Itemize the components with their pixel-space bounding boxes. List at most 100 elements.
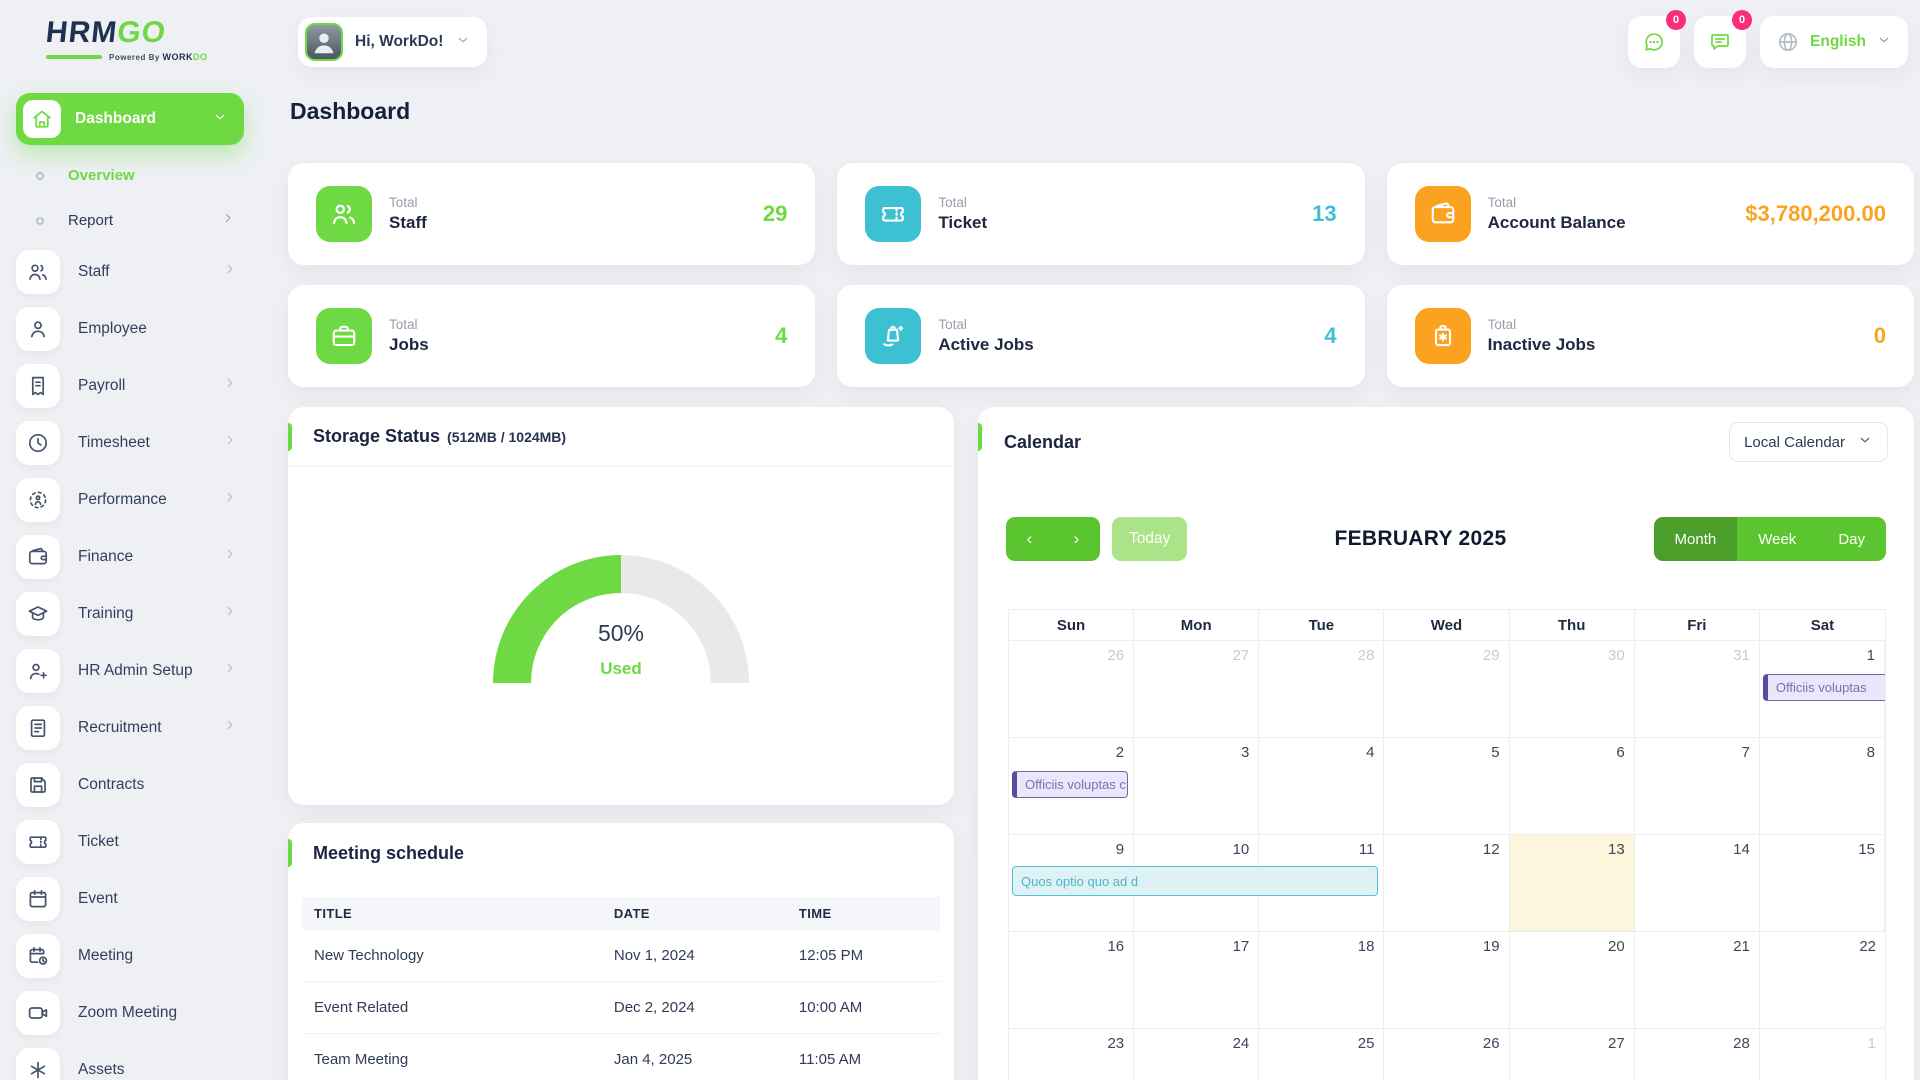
sidebar-item-performance[interactable]: Performance [16,471,260,528]
sidebar-item-event[interactable]: Event [16,870,260,927]
calendar-day-cell[interactable]: 26 [1009,641,1134,738]
messages-button[interactable]: 0 [1694,16,1746,68]
calendar-day-cell[interactable]: 12 [1384,835,1509,932]
calendar-event[interactable]: Quos optio quo ad d [1012,866,1378,896]
calendar-day-cell[interactable]: 21 [1635,932,1760,1029]
calendar-day-cell[interactable]: 5 [1384,738,1509,835]
calendar-day-cell[interactable]: 14 [1635,835,1760,932]
sidebar-item-label: Event [78,890,118,908]
calendar-day-cell[interactable]: 18 [1259,932,1384,1029]
sidebar-item-label: Zoom Meeting [78,1004,177,1022]
sidebar-item-assets[interactable]: Assets [16,1041,260,1080]
sidebar-item-meeting[interactable]: Meeting [16,927,260,984]
calendar-today-button[interactable]: Today [1112,517,1187,561]
calendar-day-cell[interactable]: 27 [1510,1029,1635,1080]
calendar-title: Calendar [1004,432,1081,453]
chevron-right-icon [222,432,238,453]
card-accent-bar [978,423,982,451]
sidebar-item-label: Recruitment [78,719,162,737]
logo-text: HRMGO [44,16,168,50]
clock-icon [16,421,60,465]
chat-bubble-icon [1642,30,1666,54]
sidebar-item-dashboard[interactable]: Dashboard [16,93,244,145]
sidebar-subitem-report[interactable]: Report [16,198,260,243]
stat-text: TotalJobs [389,317,429,355]
meeting-table: TITLEDATETIME New TechnologyNov 1, 20241… [302,897,940,1080]
meeting-time: 12:05 PM [787,930,940,982]
chevron-right-icon [222,489,238,510]
stat-text: TotalStaff [389,195,427,233]
chevron-right-icon [222,375,238,396]
meeting-time: 11:05 AM [787,1034,940,1080]
calendar-view-week-button[interactable]: Week [1737,517,1817,561]
sidebar-item-ticket[interactable]: Ticket [16,813,260,870]
calendar-day-cell[interactable]: 26 [1384,1029,1509,1080]
calendar-source-select[interactable]: Local Calendar [1729,422,1888,462]
meeting-col-header: TIME [787,897,940,930]
sidebar-subitem-overview[interactable]: Overview [16,153,260,198]
calendar-day-cell[interactable]: 17 [1134,932,1259,1029]
dashboard-subnav: OverviewReport [16,153,260,243]
calendar-day-cell[interactable]: 29 [1384,641,1509,738]
calendar-nav-group: ‹ › [1006,517,1100,561]
calendar-card: Calendar Local Calendar ‹ › Today FEBRUA… [978,407,1914,1080]
calendar-day-cell[interactable]: 24 [1134,1029,1259,1080]
user-menu[interactable]: Hi, WorkDo! [298,17,487,67]
sidebar-item-label: Staff [78,263,110,281]
storage-used-label: Used [493,659,749,679]
calendar-day-cell[interactable]: 7 [1635,738,1760,835]
sidebar-item-training[interactable]: Training [16,585,260,642]
sidebar-item-payroll[interactable]: Payroll [16,357,260,414]
calendar-prev-button[interactable]: ‹ [1006,517,1053,561]
stat-label: Staff [389,213,427,233]
sidebar-item-timesheet[interactable]: Timesheet [16,414,260,471]
calendar-view-day-button[interactable]: Day [1817,517,1886,561]
chevron-right-icon [222,546,238,567]
stat-card-account-balance: TotalAccount Balance$3,780,200.00 [1387,163,1914,265]
calendar-day-cell[interactable]: 8 [1760,738,1885,835]
app-logo[interactable]: HRMGO Powered By WORKDO [16,16,260,62]
calendar-day-cell[interactable]: 27 [1134,641,1259,738]
stat-top-label: Total [938,317,1033,332]
sidebar-item-contracts[interactable]: Contracts [16,756,260,813]
language-selector[interactable]: English [1760,16,1908,68]
chat-button[interactable]: 0 [1628,16,1680,68]
calendar-day-cell[interactable]: 6 [1510,738,1635,835]
wallet-icon [1415,186,1471,242]
calendar-day-cell[interactable]: 28 [1259,641,1384,738]
chevron-down-icon [212,109,228,130]
stat-card-ticket: TotalTicket13 [837,163,1364,265]
stat-label: Jobs [389,335,429,355]
sidebar-item-staff[interactable]: Staff [16,243,260,300]
calendar-day-cell[interactable]: 15 [1760,835,1885,932]
calendar-day-cell[interactable]: 16 [1009,932,1134,1029]
calendar-day-cell[interactable]: 13 [1510,835,1635,932]
calendar-month-title: FEBRUARY 2025 [1187,527,1653,551]
meeting-title: New Technology [302,930,602,982]
calendar-day-cell[interactable]: 22 [1760,932,1885,1029]
chevron-right-icon [222,660,238,681]
user-plus-icon [16,649,60,693]
sidebar-item-recruitment[interactable]: Recruitment [16,699,260,756]
calendar-day-cell[interactable]: 25 [1259,1029,1384,1080]
calendar-day-cell[interactable]: 20 [1510,932,1635,1029]
sidebar-item-zoom-meeting[interactable]: Zoom Meeting [16,984,260,1041]
save-icon [16,763,60,807]
sidebar-item-finance[interactable]: Finance [16,528,260,585]
calendar-day-cell[interactable]: 23 [1009,1029,1134,1080]
sidebar-item-label: HR Admin Setup [78,662,193,680]
calendar-view-month-button[interactable]: Month [1654,517,1738,561]
calendar-day-cell[interactable]: 3 [1134,738,1259,835]
sidebar-item-hr-admin-setup[interactable]: HR Admin Setup [16,642,260,699]
calendar-day-cell[interactable]: 30 [1510,641,1635,738]
calendar-next-button[interactable]: › [1053,517,1100,561]
calendar-day-cell[interactable]: 1 [1760,1029,1885,1080]
sidebar-item-employee[interactable]: Employee [16,300,260,357]
stat-text: TotalTicket [938,195,987,233]
calendar-day-cell[interactable]: 28 [1635,1029,1760,1080]
calendar-event[interactable]: Officiis voluptas c [1012,771,1128,798]
calendar-event[interactable]: Officiis voluptas [1763,674,1885,701]
calendar-day-cell[interactable]: 4 [1259,738,1384,835]
calendar-day-cell[interactable]: 31 [1635,641,1760,738]
calendar-day-cell[interactable]: 19 [1384,932,1509,1029]
